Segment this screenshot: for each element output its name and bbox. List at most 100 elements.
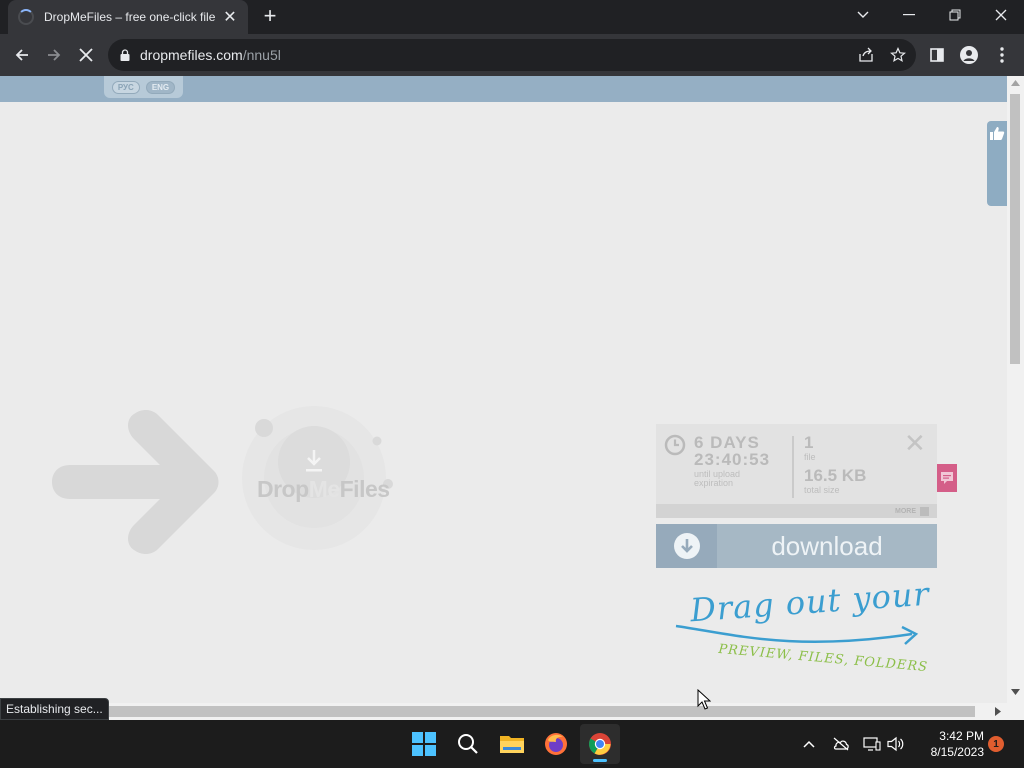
tab-close-icon[interactable]: ✕	[222, 7, 238, 27]
chrome-button[interactable]	[580, 724, 620, 764]
expiration-time: 23:40:53	[694, 450, 771, 469]
file-count: 1	[804, 433, 814, 452]
total-size: 16.5 KB	[804, 466, 867, 485]
minimize-button[interactable]	[886, 0, 932, 30]
chevron-down-icon	[857, 11, 869, 18]
card-divider	[792, 436, 794, 498]
arrow-left-icon	[15, 49, 28, 61]
tab-title: DropMeFiles – free one-click file	[44, 10, 216, 24]
url-path: /nnu5l	[242, 47, 281, 63]
side-panel-icon	[930, 48, 944, 62]
window-close-button[interactable]	[978, 0, 1024, 30]
browser-toolbar: dropmefiles.com/nnu5l	[0, 34, 1024, 76]
scroll-up-icon[interactable]	[1011, 80, 1020, 86]
language-ru-button[interactable]: РУС	[111, 80, 140, 94]
total-size-label: total size	[804, 485, 840, 495]
file-info-card: 6 DAYS 23:40:53 until upload expiration …	[656, 424, 937, 518]
horizontal-scrollbar[interactable]	[0, 703, 1007, 720]
volume-icon	[887, 736, 904, 752]
tab-strip: DropMeFiles – free one-click file ✕ +	[0, 0, 1024, 34]
search-button[interactable]	[448, 724, 488, 764]
bookmark-button[interactable]	[889, 46, 907, 64]
network-icon	[863, 737, 881, 751]
clock-icon	[664, 434, 686, 456]
share-icon	[859, 47, 873, 62]
comment-icon	[941, 472, 953, 484]
network-button[interactable]	[862, 734, 882, 754]
arrow-right-icon	[48, 49, 61, 61]
expiration-days: 6 DAYS	[694, 433, 760, 452]
stop-icon	[79, 48, 93, 62]
share-button[interactable]	[857, 46, 875, 64]
start-button[interactable]	[404, 724, 444, 764]
onedrive-button[interactable]	[831, 734, 851, 754]
mouse-cursor-icon	[697, 689, 711, 710]
more-label: MORE	[895, 507, 916, 515]
chevron-up-icon	[803, 740, 815, 748]
vertical-scrollbar[interactable]	[1007, 76, 1024, 720]
show-hidden-icons-button[interactable]	[799, 734, 819, 754]
clock-date: 8/15/2023	[930, 745, 984, 759]
more-plus-icon	[920, 506, 929, 516]
like-button[interactable]	[987, 121, 1007, 206]
taskbar-clock[interactable]: 3:42 PM 8/15/2023	[916, 728, 984, 760]
expiration-caption: until upload expiration	[694, 469, 741, 488]
card-close-icon[interactable]: ✕	[904, 430, 926, 456]
site-logo-text: DropMeFiles	[257, 476, 390, 503]
address-bar[interactable]: dropmefiles.com/nnu5l	[108, 39, 916, 71]
chrome-icon	[589, 733, 611, 755]
minimize-icon	[903, 14, 915, 16]
search-icon	[458, 734, 478, 754]
forward-button[interactable]	[40, 41, 68, 69]
firefox-icon	[545, 733, 567, 755]
close-icon	[995, 9, 1007, 21]
status-bubble: Establishing sec...	[0, 698, 109, 720]
volume-button[interactable]	[886, 734, 906, 754]
logo-me: Me	[308, 476, 340, 502]
file-count-label: file	[804, 452, 816, 462]
url-host: dropmefiles.com	[140, 47, 243, 63]
upload-arrow-graphic	[52, 410, 219, 554]
firefox-button[interactable]	[536, 724, 576, 764]
language-switcher: РУС ENG	[104, 76, 183, 98]
browser-tab-active[interactable]: DropMeFiles – free one-click file ✕	[8, 0, 248, 34]
comment-button[interactable]	[937, 464, 957, 492]
restore-icon	[949, 9, 961, 21]
restore-button[interactable]	[932, 0, 978, 30]
vertical-scroll-thumb[interactable]	[1010, 94, 1020, 364]
stop-loading-button[interactable]	[72, 41, 100, 69]
language-en-button[interactable]: ENG	[145, 80, 176, 94]
windows-logo-icon	[412, 732, 436, 756]
download-button[interactable]: download	[656, 524, 937, 568]
back-button[interactable]	[8, 41, 36, 69]
cloud-offline-icon	[833, 737, 849, 751]
thumbs-up-icon	[990, 127, 1005, 140]
scroll-right-icon[interactable]	[995, 707, 1001, 716]
logo-files: Files	[339, 476, 390, 502]
menu-button[interactable]	[988, 41, 1016, 69]
file-explorer-button[interactable]	[492, 724, 532, 764]
page-viewport: РУС ENG DropMeFiles 6 DAYS 23:40:53 unti…	[0, 76, 1024, 720]
profile-button[interactable]	[955, 41, 983, 69]
site-header: РУС ENG	[0, 76, 1007, 102]
side-panel-button[interactable]	[923, 41, 951, 69]
clock-time: 3:42 PM	[939, 729, 984, 743]
profile-icon	[960, 46, 978, 64]
download-icon	[673, 533, 700, 559]
scroll-down-icon[interactable]	[1011, 689, 1020, 695]
drag-out-title: Drag out your	[688, 574, 931, 630]
more-button[interactable]: MORE	[656, 504, 937, 518]
download-label: download	[771, 531, 883, 561]
download-icon-box	[656, 524, 717, 568]
more-vertical-icon	[1000, 47, 1004, 63]
lock-icon	[120, 49, 130, 61]
loading-spinner-icon	[18, 9, 34, 25]
windows-taskbar: 3:42 PM 8/15/2023 1	[0, 720, 1024, 768]
notification-badge[interactable]: 1	[988, 736, 1004, 752]
new-tab-button[interactable]: +	[258, 5, 282, 29]
horizontal-scroll-thumb[interactable]	[0, 706, 975, 717]
tab-search-button[interactable]	[840, 0, 886, 30]
folder-icon	[500, 736, 524, 753]
logo-drop: Drop	[257, 476, 309, 502]
star-icon	[890, 47, 906, 63]
